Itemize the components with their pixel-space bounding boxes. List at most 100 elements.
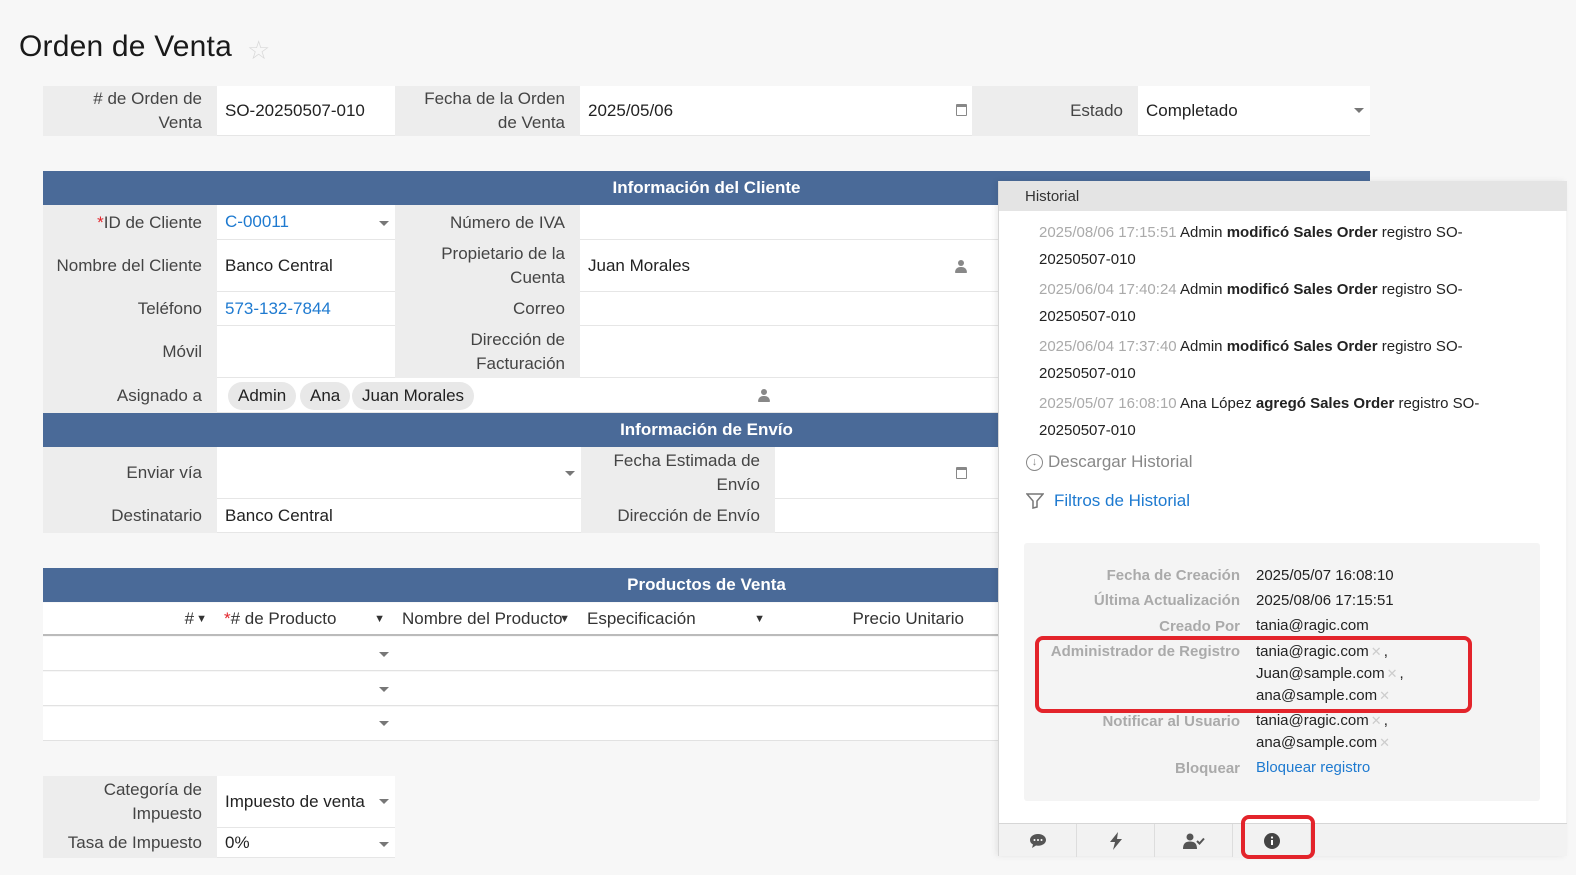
tax-rate-select[interactable]: 0%: [217, 828, 395, 858]
table-row[interactable]: [43, 637, 998, 671]
ship-addr-field[interactable]: [775, 499, 998, 533]
history-entry: 2025/06/04 17:40:24 Admin modificó Sales…: [1039, 276, 1539, 330]
tax-category-select[interactable]: Impuesto de venta: [217, 776, 395, 828]
customer-id-dropdown-icon[interactable]: [379, 221, 389, 226]
download-history-label: Descargar Historial: [1048, 452, 1193, 471]
calendar-icon[interactable]: [956, 467, 967, 479]
customer-name-label: Nombre del Cliente: [43, 240, 217, 292]
history-user: Admin: [1179, 224, 1223, 241]
created-label: Fecha de Creación: [1106, 567, 1240, 584]
billing-field[interactable]: [580, 326, 998, 378]
history-panel: Historial 2025/08/06 17:15:51 Admin modi…: [998, 181, 1567, 859]
product-dropdown-icon[interactable]: [379, 687, 389, 692]
mobile-label: Móvil: [43, 326, 217, 378]
column-header-product-name[interactable]: Nombre del Producto ▼: [395, 603, 580, 636]
column-header-unit-price[interactable]: Precio Unitario: [775, 603, 998, 636]
email-label: Correo: [395, 292, 580, 326]
download-icon: ↓: [1026, 453, 1043, 471]
column-header-spec[interactable]: Especificación ▼: [580, 603, 775, 636]
comment-icon: [1029, 833, 1046, 848]
sort-caret-icon[interactable]: ▼: [559, 613, 570, 625]
history-panel-title: Historial: [999, 181, 1567, 211]
product-dropdown-icon[interactable]: [379, 652, 389, 657]
mobile-field[interactable]: [217, 326, 395, 378]
tax-rate-label: Tasa de Impuesto: [43, 828, 217, 858]
lock-record-link[interactable]: Bloquear registro: [1256, 757, 1370, 779]
column-header-product-no[interactable]: * # de Producto ▼: [217, 603, 395, 636]
assigned-tag[interactable]: Juan Morales: [352, 382, 475, 410]
customer-id-link[interactable]: C-00011: [225, 212, 289, 232]
followers-tab[interactable]: [1155, 824, 1233, 857]
tax-rate-dropdown-icon[interactable]: [379, 842, 389, 847]
ship-via-select[interactable]: [217, 447, 581, 499]
order-no-value[interactable]: SO-20250507-010: [217, 86, 395, 136]
order-no-label: # de Orden de Venta: [43, 86, 217, 136]
assigned-tag[interactable]: Ana: [300, 382, 351, 410]
customer-id-label-text: ID de Cliente: [103, 212, 202, 232]
history-record: registro SO-: [1381, 338, 1463, 355]
email-field[interactable]: [580, 292, 998, 326]
status-value: Completado: [1146, 100, 1238, 120]
assigned-label: Asignado a: [43, 378, 217, 413]
history-record: registro SO-: [1381, 224, 1463, 241]
assigned-tag[interactable]: Admin: [228, 382, 297, 410]
user-picker-icon[interactable]: [955, 260, 967, 273]
star-icon[interactable]: ☆: [247, 36, 275, 64]
vat-field[interactable]: [580, 205, 998, 240]
order-date-label: Fecha de la Orden de Venta: [395, 86, 580, 136]
history-filters-button[interactable]: Filtros de Historial: [1026, 491, 1190, 511]
remove-icon[interactable]: ✕: [1379, 735, 1390, 750]
download-history-button[interactable]: ↓ Descargar Historial: [1026, 452, 1193, 472]
lock-label: Bloquear: [1174, 760, 1240, 777]
tax-category-dropdown-icon[interactable]: [379, 799, 389, 804]
est-date-label: Fecha Estimada de Envío: [581, 447, 775, 499]
phone-link[interactable]: 573-132-7844: [225, 299, 331, 319]
phone-field[interactable]: 573-132-7844: [217, 292, 395, 326]
history-user: Admin: [1179, 281, 1223, 298]
billing-label: Dirección de Facturación: [395, 326, 580, 378]
notify-email: ana@sample.com: [1256, 734, 1378, 751]
comments-tab[interactable]: [999, 824, 1077, 857]
history-filters-label: Filtros de Historial: [1054, 491, 1191, 510]
column-header-label: #: [184, 608, 195, 628]
created-value: 2025/05/07 16:08:10: [1256, 567, 1394, 584]
owner-field[interactable]: Juan Morales: [580, 240, 998, 292]
history-record-id: 20250507-010: [1039, 251, 1136, 268]
sort-caret-icon[interactable]: ▼: [374, 613, 385, 625]
order-date-field[interactable]: 2025/05/06: [580, 86, 972, 136]
actions-tab[interactable]: [1077, 824, 1155, 857]
order-date-value: 2025/05/06: [588, 100, 674, 120]
required-mark: *: [224, 608, 231, 628]
history-action: modificó Sales Order: [1226, 338, 1378, 355]
history-record-id: 20250507-010: [1039, 422, 1136, 439]
column-header-index[interactable]: # ▼: [43, 603, 217, 636]
updated-value: 2025/08/06 17:15:51: [1256, 592, 1394, 609]
remove-icon[interactable]: ✕: [1371, 713, 1382, 728]
customer-id-field[interactable]: C-00011: [217, 205, 395, 240]
customer-name-field[interactable]: Banco Central: [217, 240, 395, 292]
history-timestamp: 2025/08/06 17:15:51: [1039, 224, 1177, 241]
history-action: modificó Sales Order: [1226, 281, 1378, 298]
status-select[interactable]: Completado: [1138, 86, 1370, 136]
sort-caret-icon[interactable]: ▼: [754, 613, 765, 625]
history-record: registro SO-: [1381, 281, 1463, 298]
status-dropdown-icon[interactable]: [1354, 108, 1364, 113]
history-timestamp: 2025/06/04 17:40:24: [1039, 281, 1177, 298]
product-dropdown-icon[interactable]: [379, 721, 389, 726]
history-entry: 2025/06/04 17:37:40 Admin modificó Sales…: [1039, 333, 1539, 387]
column-header-label: Nombre del Producto: [402, 608, 563, 628]
recipient-field[interactable]: Banco Central: [217, 499, 581, 533]
calendar-icon[interactable]: [956, 104, 967, 116]
phone-label: Teléfono: [43, 292, 217, 326]
table-row[interactable]: [43, 672, 998, 706]
history-record-id: 20250507-010: [1039, 365, 1136, 382]
sort-caret-icon[interactable]: ▼: [196, 613, 207, 625]
recipient-label: Destinatario: [43, 499, 217, 533]
table-row[interactable]: [43, 707, 998, 741]
assign-user-icon[interactable]: [758, 389, 770, 402]
created-by-label: Creado Por: [1159, 618, 1240, 635]
updated-label: Última Actualización: [1093, 592, 1240, 609]
ship-via-dropdown-icon[interactable]: [565, 471, 575, 476]
notify-entry: ana@sample.com ✕: [1256, 732, 1392, 754]
highlight-box: [1035, 636, 1472, 713]
